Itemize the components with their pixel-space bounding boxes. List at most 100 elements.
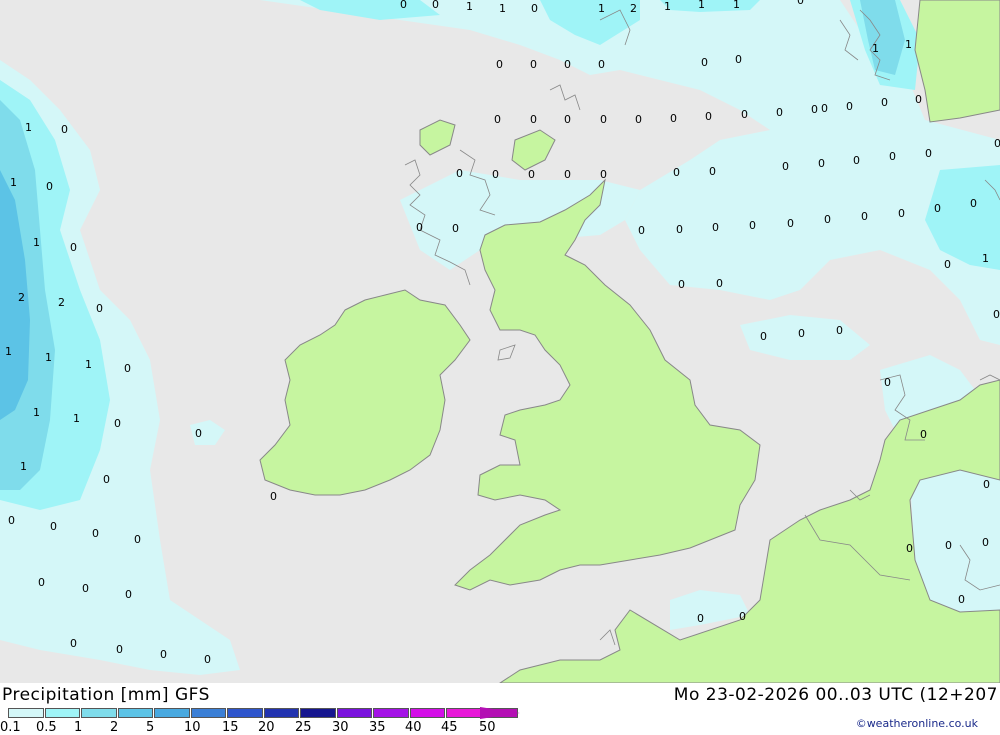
value-label: 0 <box>638 224 645 237</box>
value-label: 0 <box>776 106 783 119</box>
value-label: 0 <box>82 582 89 595</box>
value-label: 0 <box>456 167 463 180</box>
value-label: 0 <box>61 123 68 136</box>
value-label: 0 <box>400 0 407 11</box>
svg-text:0: 0 <box>925 147 932 160</box>
value-label: 0 <box>705 110 712 123</box>
value-label: 0 <box>881 96 888 109</box>
legend-swatch <box>446 708 482 718</box>
value-label: 0 <box>160 648 167 661</box>
value-label: 0 <box>676 223 683 236</box>
value-label: 0 <box>797 0 804 7</box>
value-label: 1 <box>85 358 92 371</box>
value-label: 1 <box>20 460 27 473</box>
scandinavia-land <box>914 0 1000 123</box>
value-label: 1 <box>872 42 879 55</box>
value-label: 0 <box>50 520 57 533</box>
value-label: 0 <box>598 58 605 71</box>
value-label: 0 <box>8 514 15 527</box>
value-label: 0 <box>452 222 459 235</box>
value-label: 0 <box>970 197 977 210</box>
svg-text:0: 0 <box>994 137 1000 150</box>
value-label: 0 <box>531 2 538 15</box>
value-label: 0 <box>204 653 211 666</box>
svg-text:0: 0 <box>958 593 965 606</box>
value-label: 0 <box>494 113 501 126</box>
value-label: 0 <box>678 278 685 291</box>
value-label: 0 <box>701 56 708 69</box>
svg-text:0: 0 <box>920 428 927 441</box>
value-label: 0 <box>787 217 794 230</box>
svg-text:0: 0 <box>798 327 805 340</box>
value-label: 0 <box>824 213 831 226</box>
value-label: 0 <box>846 100 853 113</box>
svg-text:0: 0 <box>884 376 891 389</box>
svg-text:0: 0 <box>697 612 704 625</box>
value-label: 0 <box>670 112 677 125</box>
svg-text:0: 0 <box>853 154 860 167</box>
credit-link[interactable]: ©weatheronline.co.uk <box>856 717 978 730</box>
value-label: 1 <box>45 351 52 364</box>
legend-swatch <box>117 708 153 718</box>
svg-text:0: 0 <box>982 536 989 549</box>
legend-swatch <box>300 708 336 718</box>
value-label: 0 <box>528 168 535 181</box>
value-label: 1 <box>5 345 12 358</box>
run-time: Mo 23-02-2026 00..03 UTC (12+207 <box>673 685 998 705</box>
map-title: Precipitation [mm] GFS <box>2 685 210 705</box>
value-label: 0 <box>944 258 951 271</box>
legend-swatch <box>227 708 263 718</box>
value-label: 0 <box>811 103 818 116</box>
value-label: 0 <box>673 166 680 179</box>
value-label: 0 <box>564 113 571 126</box>
precipitation-map[interactable]: 0 0 1 1 0 1 2 1 1 1 0 0 0 0 0 0 0 1 1 0 … <box>0 0 1000 684</box>
value-label: 0 <box>564 58 571 71</box>
legend-swatch <box>81 708 117 718</box>
value-label: 0 <box>103 473 110 486</box>
value-label: 1 <box>466 0 473 13</box>
value-label: 0 <box>432 0 439 11</box>
value-label: 0 <box>600 113 607 126</box>
value-label: 1 <box>33 236 40 249</box>
value-label: 0 <box>861 210 868 223</box>
legend-swatch <box>190 708 226 718</box>
svg-text:0: 0 <box>889 150 896 163</box>
value-label: 1 <box>905 38 912 51</box>
legend-swatch <box>154 708 190 718</box>
value-label: 0 <box>270 490 277 503</box>
svg-text:0: 0 <box>906 542 913 555</box>
value-label: 1 <box>73 412 80 425</box>
svg-text:0: 0 <box>760 330 767 343</box>
value-label: 0 <box>496 58 503 71</box>
value-label: 0 <box>46 180 53 193</box>
legend-swatch <box>336 708 372 718</box>
legend-swatch <box>8 708 44 718</box>
legend-arrow-icon <box>480 707 520 719</box>
value-label: 2 <box>58 296 65 309</box>
value-label: 0 <box>530 58 537 71</box>
value-label: 1 <box>733 0 740 11</box>
value-label: 1 <box>982 252 989 265</box>
svg-text:0: 0 <box>716 277 723 290</box>
value-label: 1 <box>33 406 40 419</box>
value-label: 0 <box>116 643 123 656</box>
map-canvas: 0 0 1 1 0 1 2 1 1 1 0 0 0 0 0 0 0 1 1 0 … <box>0 0 1000 684</box>
footer: Precipitation [mm] GFS Mo 23-02-2026 00.… <box>0 683 1000 735</box>
value-label: 0 <box>96 302 103 315</box>
value-label: 1 <box>598 2 605 15</box>
legend-color-bar <box>8 708 519 718</box>
value-label: 1 <box>25 121 32 134</box>
value-label: 0 <box>134 533 141 546</box>
value-label: 0 <box>530 113 537 126</box>
legend-swatch <box>263 708 299 718</box>
value-label: 0 <box>124 362 131 375</box>
legend-labels: 0.1 0.5 1 2 5 10 15 20 25 30 35 40 45 50 <box>0 720 520 735</box>
value-label: 0 <box>600 168 607 181</box>
value-label: 0 <box>635 113 642 126</box>
value-label: 1 <box>664 0 671 13</box>
value-label: 0 <box>195 427 202 440</box>
svg-text:0: 0 <box>739 610 746 623</box>
value-label: 0 <box>712 221 719 234</box>
value-label: 0 <box>38 576 45 589</box>
value-label: 0 <box>898 207 905 220</box>
